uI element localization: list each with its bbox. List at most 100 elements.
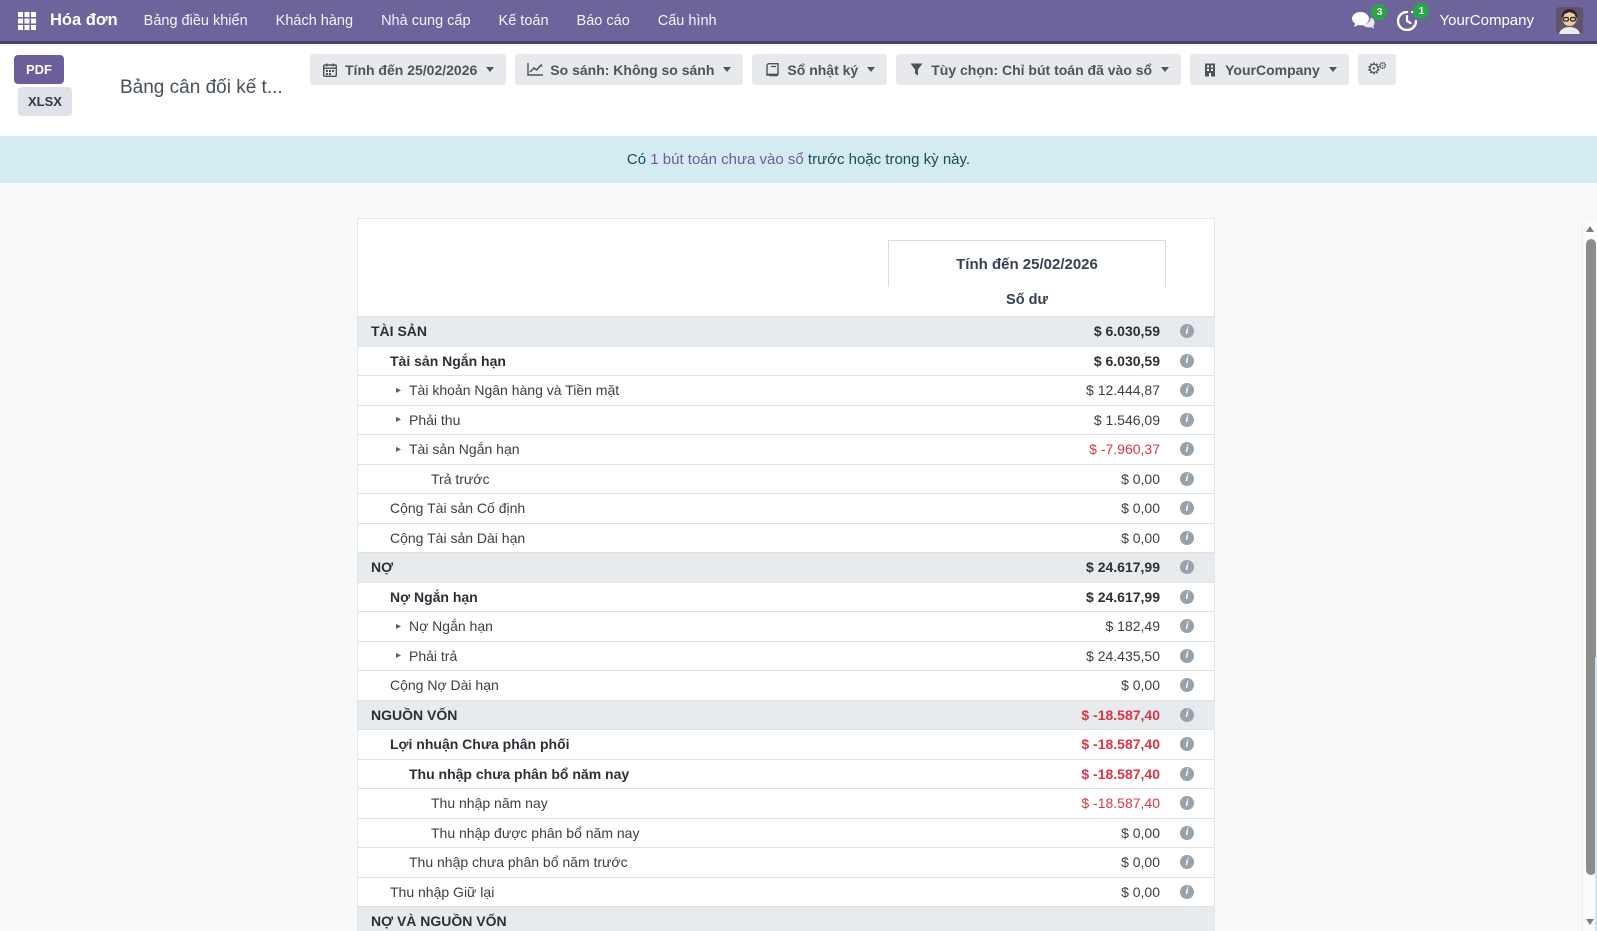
date-filter-label: Tính đến 25/02/2026 xyxy=(345,62,477,78)
info-icon[interactable]: i xyxy=(1180,590,1194,604)
row-value: $ 24.617,99 xyxy=(1086,559,1160,575)
options-filter-button[interactable]: Tùy chọn: Chỉ bút toán đã vào sổ xyxy=(896,54,1181,85)
menu-configuration[interactable]: Cấu hình xyxy=(658,13,717,29)
info-icon[interactable]: i xyxy=(1180,472,1194,486)
row-value: $ 0,00 xyxy=(1121,500,1160,516)
info-icon[interactable]: i xyxy=(1180,442,1194,456)
settings-button[interactable]: ⚙⚙ xyxy=(1358,54,1396,85)
row-label: Thu nhập chưa phân bổ năm nay xyxy=(409,766,629,782)
gears-icon: ⚙⚙ xyxy=(1367,62,1387,78)
report-row[interactable]: Cộng Tài sản Dài hạn $ 0,00 i xyxy=(358,523,1214,553)
app-brand-invoicing[interactable]: Hóa đơn xyxy=(50,11,118,30)
menu-accounting[interactable]: Kế toán xyxy=(499,13,549,29)
info-icon[interactable]: i xyxy=(1180,501,1194,515)
company-filter-button[interactable]: YourCompany xyxy=(1190,54,1349,85)
unposted-entries-link[interactable]: 1 bút toán chưa vào sổ xyxy=(650,151,803,168)
export-pdf-button[interactable]: PDF xyxy=(14,55,64,84)
report-row[interactable]: ▸ Nợ Ngắn hạn $ 182,49 i xyxy=(358,611,1214,641)
export-xlsx-button[interactable]: XLSX xyxy=(18,87,72,116)
report-row[interactable]: Thu nhập chưa phân bổ năm nay $ -18.587,… xyxy=(358,759,1214,789)
journals-filter-button[interactable]: Sổ nhật ký xyxy=(752,54,887,85)
row-label: NỢ xyxy=(371,559,393,575)
row-label: Phải thu xyxy=(409,412,460,428)
row-value: $ 1.546,09 xyxy=(1094,412,1160,428)
row-value: $ 6.030,59 xyxy=(1094,323,1160,339)
avatar-image xyxy=(1556,7,1583,34)
scrollbar-up-arrow[interactable] xyxy=(1586,226,1594,232)
row-label: Lợi nhuận Chưa phân phối xyxy=(390,736,570,752)
caret-right-icon: ▸ xyxy=(396,385,409,396)
scrollbar-down-arrow[interactable] xyxy=(1586,919,1594,925)
comparison-filter-button[interactable]: So sánh: Không so sánh xyxy=(515,54,743,85)
row-value: $ -7.960,37 xyxy=(1089,441,1160,457)
report-row[interactable]: Thu nhập chưa phân bổ năm trước $ 0,00 i xyxy=(358,847,1214,877)
messages-button[interactable]: 3 xyxy=(1352,12,1375,30)
info-icon[interactable]: i xyxy=(1180,855,1194,869)
report-row[interactable]: Lợi nhuận Chưa phân phối $ -18.587,40 i xyxy=(358,729,1214,759)
info-icon[interactable]: i xyxy=(1180,737,1194,751)
report-row[interactable]: Cộng Nợ Dài hạn $ 0,00 i xyxy=(358,670,1214,700)
apps-grid-icon[interactable] xyxy=(14,8,40,34)
caret-right-icon: ▸ xyxy=(396,621,409,632)
row-label: Nợ Ngắn hạn xyxy=(409,618,493,634)
report-row[interactable]: NỢ $ 24.617,99 i xyxy=(358,552,1214,582)
caret-right-icon: ▸ xyxy=(396,650,409,661)
report-row[interactable]: ▸ Phải trả $ 24.435,50 i xyxy=(358,641,1214,671)
caret-right-icon: ▸ xyxy=(396,414,409,425)
info-icon[interactable]: i xyxy=(1180,619,1194,633)
menu-customers[interactable]: Khách hàng xyxy=(276,13,353,29)
report-row[interactable]: NGUỒN VỐN $ -18.587,40 i xyxy=(358,700,1214,730)
report-row[interactable]: ▸ Tài sản Ngắn hạn $ -7.960,37 i xyxy=(358,434,1214,464)
row-label: Tài sản Ngắn hạn xyxy=(409,441,520,457)
info-icon[interactable]: i xyxy=(1180,324,1194,338)
report-row[interactable]: ▸ Phải thu $ 1.546,09 i xyxy=(358,405,1214,435)
report-row[interactable]: TÀI SẢN $ 6.030,59 i xyxy=(358,316,1214,346)
row-value: $ 0,00 xyxy=(1121,825,1160,841)
report-row[interactable]: Tài sản Ngắn hạn $ 6.030,59 i xyxy=(358,346,1214,376)
row-value: $ 24.617,99 xyxy=(1086,589,1160,605)
info-icon[interactable]: i xyxy=(1180,383,1194,397)
column-header-balance: Số dư xyxy=(888,292,1166,308)
chevron-down-icon xyxy=(1161,67,1169,72)
report-row[interactable]: Cộng Tài sản Cố định $ 0,00 i xyxy=(358,493,1214,523)
report-row[interactable]: Nợ Ngắn hạn $ 24.617,99 i xyxy=(358,582,1214,612)
export-buttons: PDF XLSX xyxy=(14,55,72,116)
row-value: $ 0,00 xyxy=(1121,471,1160,487)
info-icon[interactable]: i xyxy=(1180,560,1194,574)
balance-sheet-card: Tính đến 25/02/2026 Số dư TÀI SẢN $ 6.03… xyxy=(357,218,1215,931)
user-avatar[interactable] xyxy=(1556,7,1583,34)
report-row[interactable]: NỢ VÀ NGUỒN VỐN i xyxy=(358,906,1214,931)
row-label: NGUỒN VỐN xyxy=(371,707,457,723)
info-icon[interactable]: i xyxy=(1180,649,1194,663)
report-row[interactable]: Trả trước $ 0,00 i xyxy=(358,464,1214,494)
row-label: Thu nhập Giữ lại xyxy=(390,884,494,900)
report-row[interactable]: Thu nhập Giữ lại $ 0,00 i xyxy=(358,877,1214,907)
activities-button[interactable]: 1 xyxy=(1397,11,1417,31)
info-icon[interactable]: i xyxy=(1180,826,1194,840)
report-row[interactable]: ▸ Tài khoản Ngân hàng và Tiền mặt $ 12.4… xyxy=(358,375,1214,405)
info-icon[interactable]: i xyxy=(1180,531,1194,545)
row-value: $ -18.587,40 xyxy=(1081,707,1160,723)
info-icon[interactable]: i xyxy=(1180,413,1194,427)
info-icon[interactable]: i xyxy=(1180,708,1194,722)
scrollbar-thumb[interactable] xyxy=(1586,239,1596,875)
menu-reporting[interactable]: Báo cáo xyxy=(577,13,630,29)
main-menu: Bảng điều khiển Khách hàng Nhà cung cấp … xyxy=(144,13,717,29)
menu-vendors[interactable]: Nhà cung cấp xyxy=(381,13,470,29)
info-icon[interactable]: i xyxy=(1180,767,1194,781)
report-row[interactable]: Thu nhập năm nay $ -18.587,40 i xyxy=(358,788,1214,818)
date-filter-button[interactable]: Tính đến 25/02/2026 xyxy=(310,54,506,85)
info-icon[interactable]: i xyxy=(1180,796,1194,810)
row-label: Cộng Nợ Dài hạn xyxy=(390,677,499,693)
report-row[interactable]: Thu nhập được phân bổ năm nay $ 0,00 i xyxy=(358,818,1214,848)
comparison-filter-label: So sánh: Không so sánh xyxy=(550,62,714,78)
row-label: Nợ Ngắn hạn xyxy=(390,589,478,605)
row-label: Tài sản Ngắn hạn xyxy=(390,353,506,369)
info-icon[interactable]: i xyxy=(1180,678,1194,692)
menu-dashboard[interactable]: Bảng điều khiển xyxy=(144,13,248,29)
user-company-name[interactable]: YourCompany xyxy=(1439,12,1534,29)
info-icon[interactable]: i xyxy=(1180,885,1194,899)
navbar-right: 3 1 YourCompany xyxy=(1352,7,1583,34)
info-icon[interactable]: i xyxy=(1180,354,1194,368)
top-navbar: Hóa đơn Bảng điều khiển Khách hàng Nhà c… xyxy=(0,0,1597,44)
